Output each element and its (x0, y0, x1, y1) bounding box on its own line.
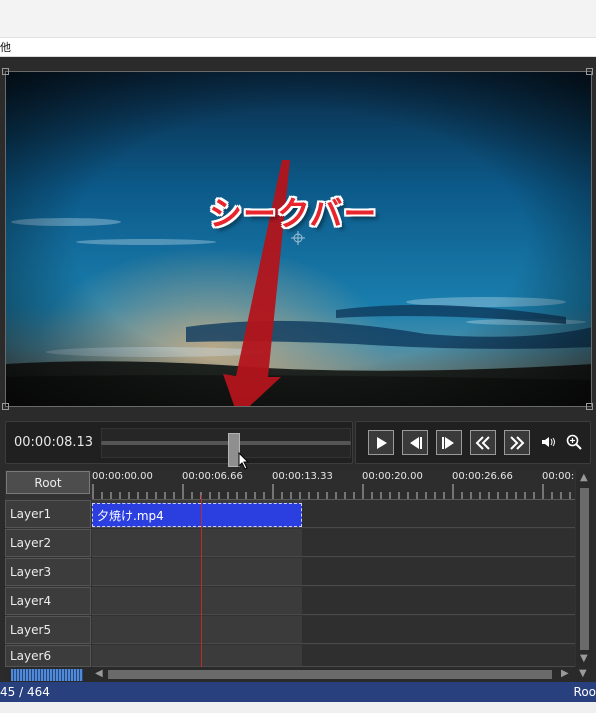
time-seek-panel: 00:00:08.13 (5, 421, 353, 470)
media-clip[interactable]: 夕焼け.mp4 (92, 503, 302, 527)
playhead[interactable] (201, 495, 202, 667)
play-icon (377, 436, 387, 449)
window-titlebar (0, 0, 596, 38)
prev-frame-icon (410, 436, 422, 449)
tick-label: 00:00:26.66 (452, 471, 513, 482)
vertical-scrollbar[interactable]: ▲ ▼ (576, 470, 593, 667)
video-preview[interactable]: シークバー (5, 71, 592, 407)
window-bottom-edge (0, 702, 596, 713)
current-time: 00:00:08.13 (14, 435, 94, 450)
scroll-right-icon[interactable]: ▶ (561, 668, 569, 679)
time-ruler[interactable]: 00:00:00.00 00:00:06.66 00:00:13.33 00:0… (92, 470, 575, 500)
active-range (92, 558, 302, 585)
layer-track[interactable] (92, 558, 575, 586)
preview-frame (6, 72, 591, 406)
root-button[interactable]: Root (6, 471, 90, 494)
ruler-ticks (92, 484, 571, 499)
rewind-icon (475, 435, 490, 450)
vertical-scroll-thumb[interactable] (580, 488, 589, 650)
zoom-button[interactable] (564, 432, 584, 452)
tick-label: 00:00:00.00 (92, 471, 153, 482)
zoom-icon (566, 434, 582, 450)
resize-handle-tr[interactable] (586, 68, 593, 75)
active-range (92, 645, 302, 666)
horizontal-scroll-area: ◀ ▶ ▼ (5, 667, 593, 682)
mouse-cursor-icon (238, 452, 250, 470)
menu-item-other[interactable]: 他 (0, 39, 11, 55)
scroll-up-icon[interactable]: ▲ (580, 472, 588, 483)
menu-bar: 他 (0, 38, 596, 57)
volume-icon (542, 437, 555, 447)
scroll-left-icon[interactable]: ◀ (95, 668, 103, 679)
status-right-text: Roo (573, 685, 596, 699)
volume-button[interactable] (539, 432, 559, 452)
layer-label[interactable]: Layer3 (5, 558, 91, 586)
layer-label[interactable]: Layer2 (5, 529, 91, 557)
fast-forward-button[interactable] (504, 430, 530, 455)
prev-frame-button[interactable] (402, 430, 428, 455)
frame-counter: 45 / 464 (0, 685, 50, 699)
playback-controls: 00:00:08.13 (0, 407, 596, 470)
layer-track[interactable] (92, 616, 575, 644)
tick-label: 00:00:20.00 (362, 471, 423, 482)
fast-forward-icon (510, 435, 525, 450)
rewind-button[interactable] (470, 430, 496, 455)
scroll-corner-down-icon[interactable]: ▼ (579, 668, 587, 679)
layer-track[interactable] (92, 529, 575, 557)
seek-track (101, 441, 351, 445)
play-button[interactable] (368, 430, 394, 455)
editor-window: シークバー 00:00:08.13 Root 00:00:00.00 00:00… (0, 57, 596, 682)
layer-track[interactable] (92, 645, 575, 667)
active-range (92, 616, 302, 643)
timeline-panel: Root 00:00:00.00 00:00:06.66 00:00:13.33… (5, 470, 593, 682)
layer-label[interactable]: Layer6 (5, 645, 91, 667)
horizontal-scroll-thumb[interactable] (108, 670, 552, 679)
resize-handle-tl[interactable] (2, 68, 9, 75)
scroll-down-icon[interactable]: ▼ (580, 653, 588, 664)
layer-label[interactable]: Layer1 (5, 500, 91, 528)
annotation-label: シークバー (209, 194, 378, 233)
layer-label[interactable]: Layer5 (5, 616, 91, 644)
layer-track[interactable] (92, 587, 575, 615)
status-bar: 45 / 464 Roo (0, 682, 596, 702)
tick-label: 00:00:13.33 (272, 471, 333, 482)
next-frame-icon (442, 436, 454, 449)
next-frame-button[interactable] (436, 430, 462, 455)
timeline-zoom-slider[interactable] (11, 669, 83, 681)
active-range (92, 587, 302, 614)
tick-label: 00:00:06.66 (182, 471, 243, 482)
active-range (92, 529, 302, 556)
layer-label[interactable]: Layer4 (5, 587, 91, 615)
tick-label: 00:00: (542, 471, 575, 482)
transport-panel (355, 421, 591, 464)
